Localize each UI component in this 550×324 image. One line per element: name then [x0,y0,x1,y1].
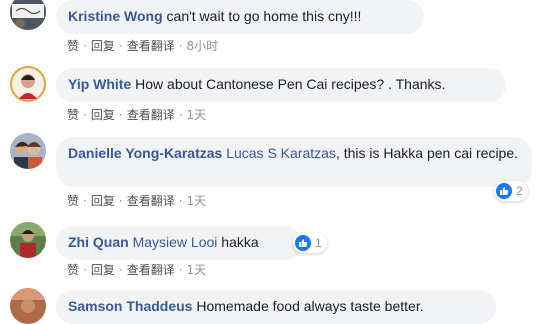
comment: Yip White How about Cantonese Pen Cai re… [0,66,550,126]
comment-actions: 赞 · 回复 · 查看翻译 · 1天 [67,194,207,208]
see-translation-link[interactable]: 查看翻译 [127,263,175,277]
comment: Samson Thaddeus Homemade food always tas… [0,288,550,324]
avatar[interactable] [10,288,46,324]
avatar[interactable] [10,133,46,169]
comment-actions: 赞 · 回复 · 查看翻译 · 1天 [67,263,207,277]
see-translation-link[interactable]: 查看翻译 [127,194,175,208]
comment: Kristine Wong can't wait to go home this… [0,0,550,60]
comment-text: can't wait to go home this cny!!! [166,8,362,24]
comment-author[interactable]: Samson Thaddeus [68,298,192,314]
like-link[interactable]: 赞 [67,194,79,208]
reply-link[interactable]: 回复 [91,39,115,53]
comment-text: , this is Hakka pen cai recipe. [335,145,519,161]
reaction-count-value: 2 [516,184,523,198]
comment: Danielle Yong-Karatzas Lucas S Karatzas,… [0,133,550,213]
reaction-count-value: 1 [315,236,322,250]
avatar-image [10,66,46,102]
avatar[interactable] [10,0,46,30]
comment-text: How about Cantonese Pen Cai recipes? . T… [135,76,446,92]
comment-author[interactable]: Danielle Yong-Karatzas [68,145,222,161]
comment: Zhi Quan Maysiew Looi hakka 1 赞 · 回复 · 查看翻译 ·… [0,222,550,282]
like-icon [496,183,512,199]
reply-link[interactable]: 回复 [91,263,115,277]
comment-author[interactable]: Zhi Quan [68,234,129,250]
avatar-image [10,222,46,258]
comment-timestamp[interactable]: 1天 [187,263,207,277]
comment-bubble: Kristine Wong can't wait to go home this… [56,0,424,34]
comment-bubble: Zhi Quan Maysiew Looi hakka [56,226,302,260]
mentioned-user-link[interactable]: Lucas S Karatzas [226,145,336,161]
like-link[interactable]: 赞 [67,263,79,277]
avatar[interactable] [10,66,46,102]
avatar-image [10,133,46,169]
comment-timestamp[interactable]: 1天 [187,194,207,208]
reply-link[interactable]: 回复 [91,108,115,122]
comment-author[interactable]: Kristine Wong [68,8,163,24]
comment-timestamp[interactable]: 1天 [187,108,207,122]
like-link[interactable]: 赞 [67,108,79,122]
comment-bubble: Samson Thaddeus Homemade food always tas… [56,290,496,324]
comment-bubble: Danielle Yong-Karatzas Lucas S Karatzas,… [56,137,532,187]
like-link[interactable]: 赞 [67,39,79,53]
comment-text: Homemade food always taste better. [196,298,424,314]
comment-timestamp[interactable]: 8小时 [187,39,219,53]
like-icon [295,235,311,251]
reply-link[interactable]: 回复 [91,194,115,208]
avatar-image [10,288,46,324]
avatar-image [10,0,46,30]
comment-actions: 赞 · 回复 · 查看翻译 · 8小时 [67,39,219,53]
mentioned-user-link[interactable]: Maysiew Looi [133,234,218,250]
avatar[interactable] [10,222,46,258]
comment-author[interactable]: Yip White [68,76,131,92]
comment-actions: 赞 · 回复 · 查看翻译 · 1天 [67,108,207,122]
comment-bubble: Yip White How about Cantonese Pen Cai re… [56,68,506,102]
see-translation-link[interactable]: 查看翻译 [127,39,175,53]
reaction-count[interactable]: 1 [293,233,327,253]
reaction-count[interactable]: 2 [494,181,528,201]
comment-text: hakka [221,234,259,250]
see-translation-link[interactable]: 查看翻译 [127,108,175,122]
